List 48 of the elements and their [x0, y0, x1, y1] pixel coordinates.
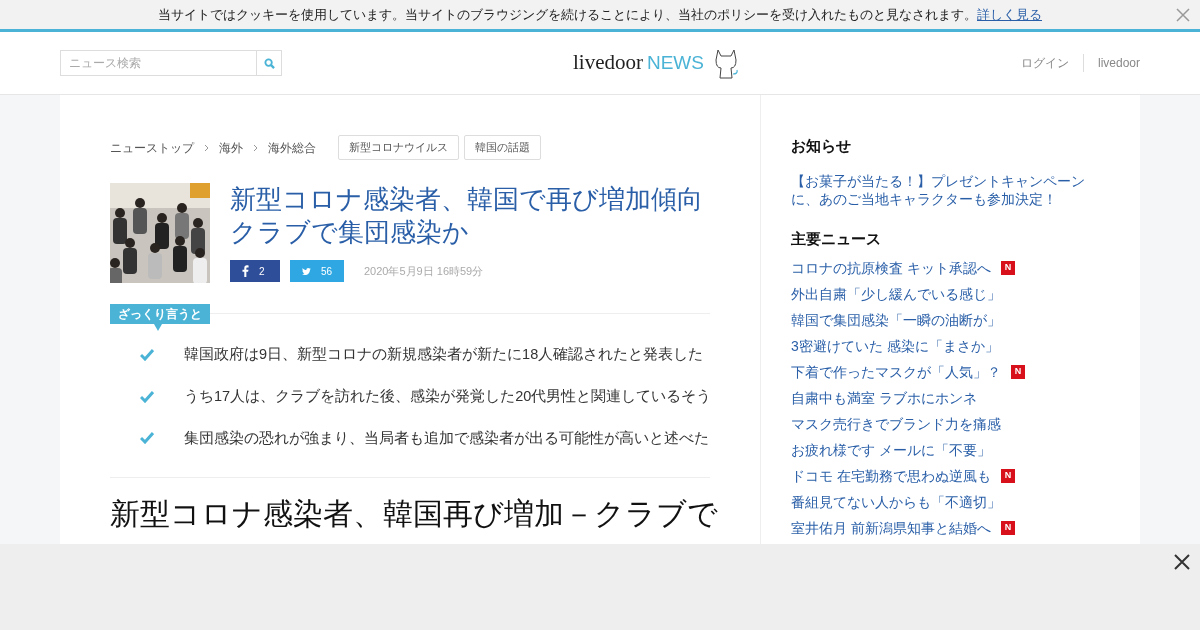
- facebook-share-button[interactable]: 2: [230, 260, 280, 282]
- new-badge: N: [1011, 365, 1025, 379]
- news-link[interactable]: 番組見てない人からも「不適切」: [791, 491, 1001, 513]
- search-field[interactable]: ニュース検索: [60, 50, 257, 76]
- search-icon[interactable]: [263, 57, 275, 69]
- header-link[interactable]: ログイン: [1020, 54, 1069, 72]
- chevron-icon: [204, 143, 209, 152]
- news-link[interactable]: 室井佑月 前新潟県知事と結婚へ: [791, 517, 991, 539]
- news-link[interactable]: 韓国で集団感染「一瞬の油断が」: [791, 309, 1001, 331]
- news-link[interactable]: お疲れ様です メールに「不要」: [791, 439, 991, 461]
- news-link[interactable]: 外出自粛「少し緩んでいる感じ」: [791, 283, 1001, 305]
- check-icon: [140, 432, 154, 445]
- bird-icon: [302, 265, 311, 277]
- news-link[interactable]: マスク売行きでブランド力を痛感: [791, 413, 1001, 435]
- notice-link[interactable]: 【お菓子が当たる！】プレゼントキャンペーンに、あのご当地キャラクターも参加決定！: [791, 171, 1091, 208]
- summary-point: うち17人は、クラブを訪れた後、感染が発覚した20代男性と関連しているそう: [184, 386, 712, 406]
- new-badge: N: [1000, 469, 1015, 483]
- facebook-icon: [242, 265, 249, 277]
- topic-tag[interactable]: 韓国の話題: [464, 135, 541, 160]
- news-link[interactable]: ドコモ 在宅勤務で思わぬ逆風も: [791, 465, 991, 487]
- news-link[interactable]: コロナの抗原検査 キット承認へ: [791, 257, 991, 279]
- new-badge: N: [1000, 261, 1015, 275]
- body-heading: 新型コロナ感染者、韓国再び増加－クラブで: [110, 496, 718, 533]
- breadcrumb-link[interactable]: 海外総合: [268, 138, 316, 157]
- news-link[interactable]: 3密避けていた 感染に「まさか」: [791, 335, 999, 357]
- breadcrumb-link[interactable]: 海外: [219, 138, 243, 157]
- main-news-heading: 主要ニュース: [791, 228, 882, 249]
- header-link[interactable]: livedoor: [1082, 54, 1140, 72]
- notice-heading: お知らせ: [791, 136, 852, 156]
- news-link[interactable]: 自粛中も満室 ラブホにホンネ: [791, 387, 977, 409]
- article-title: 新型コロナ感染者、韓国で再び増加傾向クラブで集団感染か: [230, 183, 704, 249]
- new-badge: N: [1000, 521, 1015, 535]
- check-icon: [140, 390, 154, 403]
- learn-more-link[interactable]: 詳しく見る: [977, 4, 1042, 25]
- search-button[interactable]: [257, 50, 282, 76]
- summary-point: 韓国政府は9日、新型コロナの新規感染者が新たに18人確認されたと発表した: [184, 345, 704, 364]
- topic-tag[interactable]: 新型コロナウイルス: [338, 135, 459, 160]
- news-link[interactable]: 下着で作ったマスクが「人気」？: [791, 361, 1001, 383]
- chevron-icon: [253, 143, 258, 152]
- label-pointer: [154, 324, 162, 331]
- cookie-message: 当サイトではクッキーを使用しています。当サイトのブラウジングを続けることにより、当社のポリシーを受け入れたものと見なされます。: [158, 5, 977, 24]
- publish-date: 2020年5月9日 16時59分: [364, 263, 484, 279]
- summary-point: 集団感染の恐れが強まり、当局者も追加で感染者が出る可能性が高いと述べた: [184, 428, 709, 448]
- breadcrumb-link[interactable]: ニューストップ: [110, 138, 194, 157]
- summary-label: ざっくり言うと: [110, 304, 210, 324]
- close-icon[interactable]: [1174, 554, 1190, 570]
- site-logo[interactable]: livedoor NEWS: [573, 47, 704, 79]
- check-icon: [140, 348, 154, 361]
